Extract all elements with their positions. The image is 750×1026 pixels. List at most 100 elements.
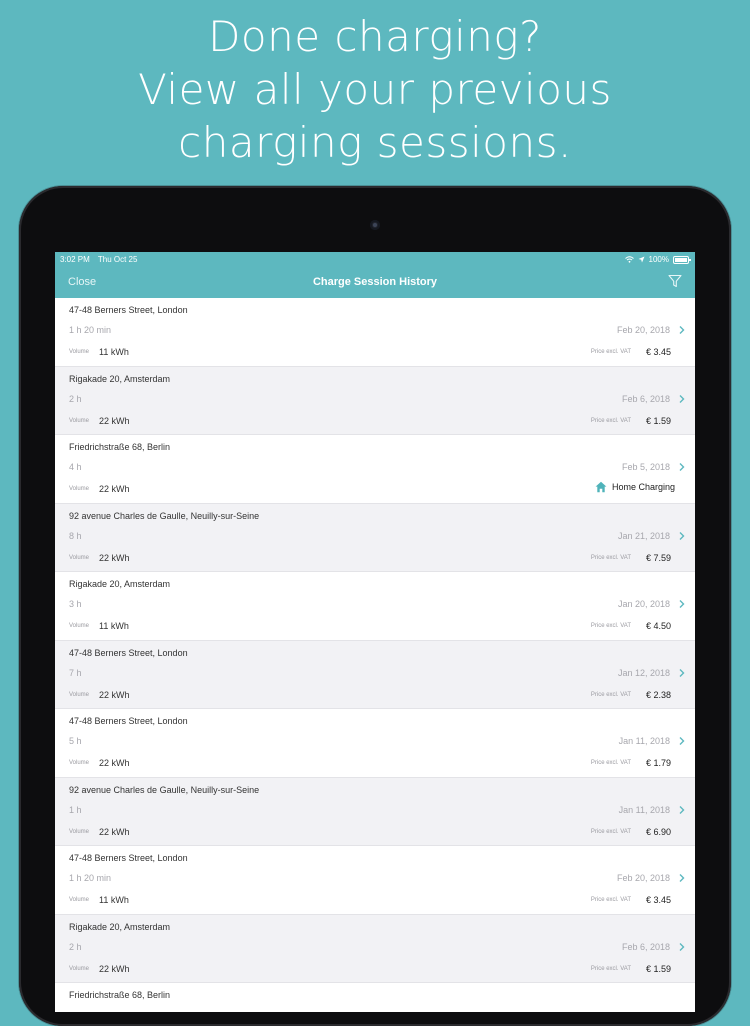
session-row[interactable]: Friedrichstraße 68, Berlin 4 h Feb 5, 2018…	[55, 435, 695, 504]
session-price: € 2.38	[645, 689, 671, 700]
session-duration: 1 h 20 min	[69, 873, 112, 883]
session-volume: 22 kWh	[99, 689, 130, 700]
chevron-right-icon	[679, 668, 685, 677]
session-date: Feb 20, 2018	[616, 325, 670, 335]
session-duration: 8 h	[69, 530, 82, 541]
chevron-right-icon	[679, 463, 685, 471]
session-price: € 3.45	[645, 895, 671, 905]
page-title: Charge Session History	[312, 276, 438, 288]
chevron-right-icon	[679, 394, 685, 403]
chevron-right-icon	[679, 326, 685, 334]
headline-line-3: charging sessions.	[178, 118, 572, 167]
session-row[interactable]: 92 avenue Charles de Gaulle, Neuilly-sur…	[55, 777, 695, 846]
session-row[interactable]: Friedrichstraße 68, Berlin	[55, 983, 695, 1012]
home-charging-label: Home Charging	[611, 482, 675, 492]
session-address: 92 avenue Charles de Gaulle, Neuilly-sur…	[69, 510, 260, 521]
session-date: Feb 20, 2018	[616, 873, 670, 883]
session-row[interactable]: Rigakade 20, Amsterdam 2 h Feb 6, 2018 Volu…	[55, 914, 695, 983]
session-price: € 1.79	[645, 758, 671, 768]
session-volume: 22 kWh	[99, 826, 130, 837]
session-date: Feb 6, 2018	[621, 393, 670, 404]
session-duration: 2 h	[69, 941, 82, 952]
session-address: Rigakade 20, Amsterdam	[69, 579, 171, 589]
battery-percent: 100%	[648, 255, 669, 264]
filter-icon[interactable]	[668, 274, 682, 288]
session-address: 47-48 Berners Street, London	[69, 853, 188, 863]
volume-label: Volume	[69, 760, 90, 766]
session-price: € 3.45	[645, 347, 671, 357]
session-list: 47-48 Berners Street, London 1 h 20 min Fe…	[55, 298, 695, 1012]
session-row[interactable]: 47-48 Berners Street, London 5 h Jan 11, 2…	[55, 709, 695, 778]
session-address: Rigakade 20, Amsterdam	[69, 921, 171, 932]
home-icon	[595, 481, 607, 493]
session-volume: 11 kWh	[99, 621, 129, 631]
headline-line-2: View all your previous	[138, 65, 612, 114]
session-volume: 22 kWh	[99, 758, 130, 768]
app-screen: 3:02 PM Thu Oct 25 100% Close Charge Ses…	[55, 252, 695, 1012]
session-address: 92 avenue Charles de Gaulle, Neuilly-sur…	[69, 784, 260, 795]
session-duration: 4 h	[69, 462, 82, 472]
status-date: Thu Oct 25	[97, 255, 138, 264]
status-bar: 3:02 PM Thu Oct 25 100%	[55, 252, 695, 267]
session-address: 47-48 Berners Street, London	[69, 647, 188, 658]
session-price: € 1.59	[645, 963, 671, 974]
status-time: 3:02 PM	[60, 255, 90, 264]
session-address: Friedrichstraße 68, Berlin	[69, 442, 171, 452]
chevron-right-icon	[679, 531, 685, 540]
session-row[interactable]: 47-48 Berners Street, London 1 h 20 min Fe…	[55, 298, 695, 367]
session-volume: 11 kWh	[99, 895, 129, 905]
chevron-right-icon	[679, 874, 685, 882]
navigation-bar: Close Charge Session History	[55, 267, 695, 298]
battery-icon	[673, 255, 691, 264]
session-date: Jan 20, 2018	[617, 599, 670, 609]
session-address: 47-48 Berners Street, London	[69, 716, 188, 726]
price-label: Price excl. VAT	[590, 760, 631, 766]
price-label: Price excl. VAT	[590, 828, 631, 835]
volume-label: Volume	[69, 828, 90, 835]
volume-label: Volume	[69, 965, 90, 972]
session-duration: 5 h	[69, 736, 82, 746]
session-volume: 22 kWh	[99, 415, 130, 426]
volume-label: Volume	[69, 691, 90, 698]
volume-label: Volume	[69, 417, 90, 424]
chevron-right-icon	[679, 600, 685, 608]
chevron-right-icon	[679, 737, 685, 745]
session-row[interactable]: Rigakade 20, Amsterdam 2 h Feb 6, 2018 Volu…	[55, 366, 695, 435]
session-row[interactable]: Rigakade 20, Amsterdam 3 h Jan 20, 2018 Vol…	[55, 572, 695, 641]
session-row[interactable]: 92 avenue Charles de Gaulle, Neuilly-sur…	[55, 503, 695, 572]
volume-label: Volume	[69, 897, 90, 903]
session-duration: 1 h 20 min	[69, 325, 112, 335]
front-camera	[370, 220, 380, 230]
session-price: € 1.59	[645, 415, 671, 426]
volume-label: Volume	[69, 486, 90, 492]
price-label: Price excl. VAT	[590, 349, 631, 355]
session-date: Jan 11, 2018	[618, 804, 670, 815]
session-date: Feb 6, 2018	[621, 941, 670, 952]
session-row[interactable]: 47-48 Berners Street, London 1 h 20 min Fe…	[55, 846, 695, 915]
session-address: 47-48 Berners Street, London	[69, 305, 188, 315]
session-volume: 22 kWh	[99, 552, 130, 563]
session-address: Rigakade 20, Amsterdam	[69, 373, 171, 384]
volume-label: Volume	[69, 554, 90, 561]
session-price: € 7.59	[645, 552, 671, 563]
price-label: Price excl. VAT	[590, 623, 631, 629]
session-date: Jan 11, 2018	[618, 736, 670, 746]
chevron-right-icon	[679, 805, 685, 814]
session-row[interactable]: 47-48 Berners Street, London 7 h Jan 12, 2…	[55, 640, 695, 709]
home-charging-badge: Home Charging	[595, 481, 675, 493]
price-label: Price excl. VAT	[590, 554, 631, 561]
session-volume: 22 kWh	[99, 484, 130, 494]
session-date: Jan 21, 2018	[617, 530, 670, 541]
marketing-headline: Done charging? View all your previous ch…	[0, 10, 750, 169]
session-volume: 22 kWh	[99, 963, 130, 974]
session-volume: 11 kWh	[99, 347, 129, 357]
session-duration: 7 h	[69, 667, 82, 678]
session-price: € 6.90	[645, 826, 671, 837]
session-address: Friedrichstraße 68, Berlin	[69, 990, 171, 1000]
volume-label: Volume	[69, 349, 90, 355]
headline-line-1: Done charging?	[208, 12, 542, 61]
wifi-icon	[624, 256, 634, 263]
chevron-right-icon	[679, 942, 685, 951]
session-date: Feb 5, 2018	[621, 462, 670, 472]
close-button[interactable]: Close	[68, 276, 96, 288]
